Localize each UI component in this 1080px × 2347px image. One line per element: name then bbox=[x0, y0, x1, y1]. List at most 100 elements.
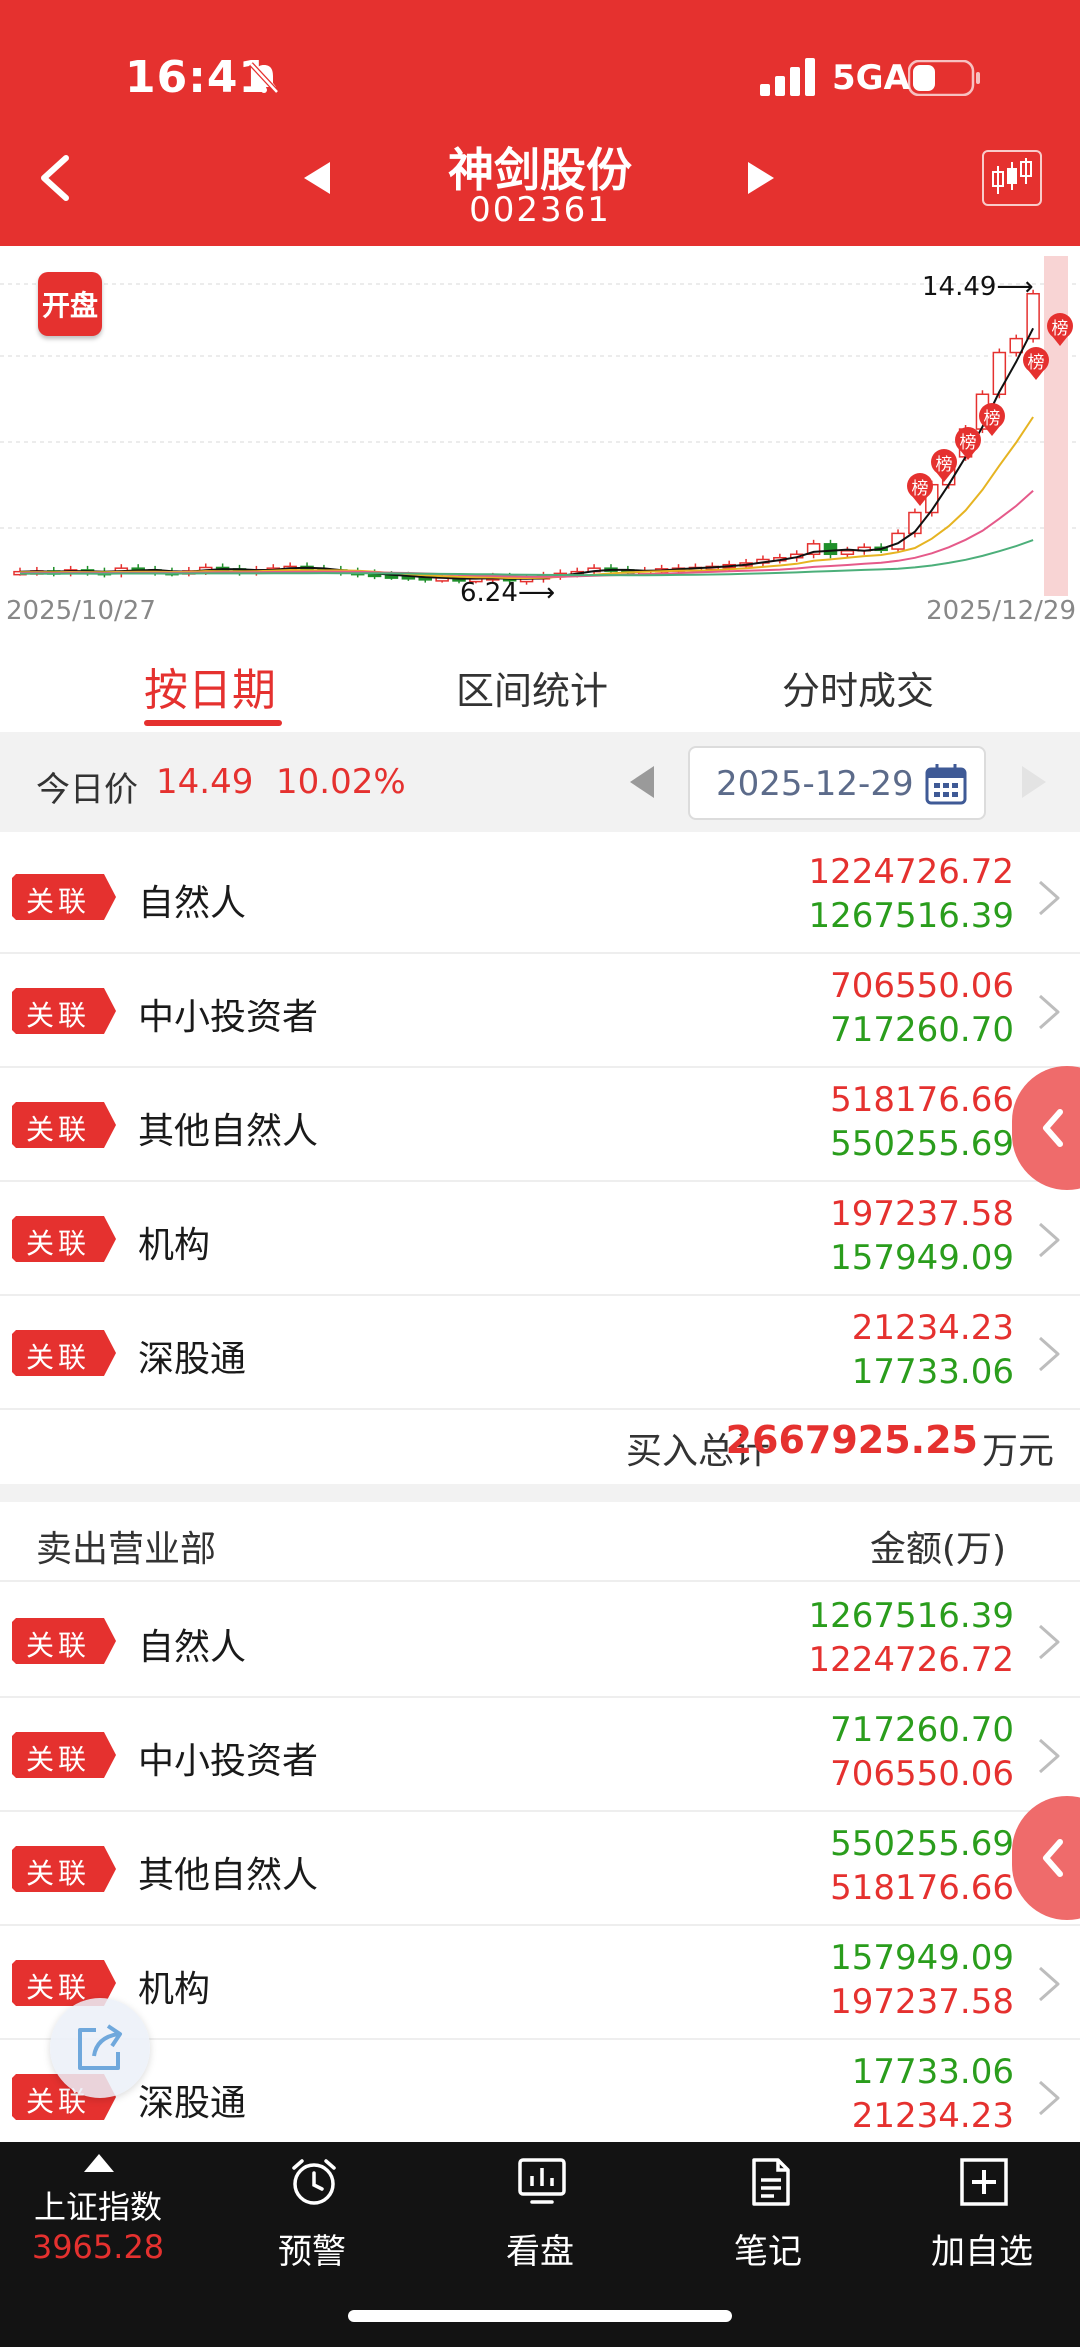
alarm-clock-icon bbox=[292, 2159, 336, 2205]
related-tag[interactable]: 关联 bbox=[12, 1846, 116, 1892]
svg-text:榜: 榜 bbox=[1052, 319, 1069, 339]
related-tag-label: 关联 bbox=[25, 999, 90, 1032]
calendar-icon bbox=[925, 764, 967, 805]
app-header: 16:41 5GA 神剑股份 002361 bbox=[0, 0, 1080, 246]
trader-name: 自然人 bbox=[138, 883, 247, 924]
kline-chart-button[interactable] bbox=[982, 150, 1042, 206]
monitor-chart-icon bbox=[518, 2158, 566, 2204]
sell-secondary-amount: 197237.58 bbox=[830, 1982, 1014, 2022]
sell-primary-amount: 17733.06 bbox=[851, 2052, 1014, 2092]
sell-row[interactable]: 关联 深股通 17733.06 21234.23 bbox=[0, 2040, 1080, 2154]
related-tag-label: 关联 bbox=[25, 1341, 90, 1374]
kline-chart[interactable]: 榜榜榜榜榜榜 开盘 14.49⟶ 6.24⟶ 2025/10/27 2025/1… bbox=[0, 246, 1080, 636]
previous-date-icon[interactable] bbox=[628, 764, 658, 800]
buy-primary-amount: 1224726.72 bbox=[808, 852, 1015, 892]
buy-row[interactable]: 关联 自然人 1224726.72 1267516.39 bbox=[0, 840, 1080, 954]
min-price-label: 6.24⟶ bbox=[460, 578, 556, 608]
svg-text:榜: 榜 bbox=[1028, 353, 1045, 373]
tab-intraday-trades[interactable]: 分时成交 bbox=[782, 660, 934, 715]
nav-watch-label: 看盘 bbox=[506, 2232, 574, 2272]
nav-add-favorite-label: 加自选 bbox=[931, 2232, 1033, 2272]
sell-row[interactable]: 关联 机构 157949.09 197237.58 bbox=[0, 1926, 1080, 2040]
svg-text:榜: 榜 bbox=[936, 455, 953, 475]
chevron-right-icon bbox=[1039, 2080, 1060, 2116]
related-tag[interactable]: 关联 bbox=[12, 1216, 116, 1262]
tab-bar: 按日期 区间统计 分时成交 bbox=[0, 636, 1080, 732]
date-picker[interactable]: 2025-12-29 bbox=[688, 746, 986, 820]
today-price: 14.49 bbox=[156, 762, 254, 802]
candle-body bbox=[823, 543, 838, 556]
svg-text:榜: 榜 bbox=[984, 409, 1001, 429]
svg-text:榜: 榜 bbox=[912, 479, 929, 499]
related-tag[interactable]: 关联 bbox=[12, 874, 116, 920]
candle-body bbox=[992, 351, 1007, 396]
buy-total-unit: 万元 bbox=[981, 1431, 1054, 1472]
sell-secondary-amount: 706550.06 bbox=[830, 1754, 1014, 1794]
related-tag[interactable]: 关联 bbox=[12, 988, 116, 1034]
buy-secondary-amount: 717260.70 bbox=[830, 1010, 1014, 1050]
next-stock-icon[interactable] bbox=[742, 160, 778, 196]
sell-section-title: 卖出营业部 bbox=[36, 1529, 217, 1570]
share-button[interactable] bbox=[50, 1998, 150, 2098]
trader-name: 深股通 bbox=[138, 2083, 247, 2124]
trader-name: 深股通 bbox=[138, 1339, 247, 1380]
related-tag[interactable]: 关联 bbox=[12, 1102, 116, 1148]
buy-row[interactable]: 关联 机构 197237.58 157949.09 bbox=[0, 1182, 1080, 1296]
trader-name: 中小投资者 bbox=[138, 1741, 319, 1782]
chevron-right-icon bbox=[1039, 994, 1060, 1030]
section-divider bbox=[0, 1484, 1080, 1502]
buy-secondary-amount: 1267516.39 bbox=[808, 896, 1015, 936]
chevron-right-icon bbox=[1039, 1738, 1060, 1774]
chevron-right-icon bbox=[1039, 880, 1060, 916]
buy-total-value: 2667925.25 bbox=[725, 1418, 978, 1462]
next-date-icon[interactable] bbox=[1018, 764, 1048, 800]
related-tag[interactable]: 关联 bbox=[12, 1618, 116, 1664]
sell-row[interactable]: 关联 自然人 1267516.39 1224726.72 bbox=[0, 1584, 1080, 1698]
nav-add-favorite[interactable]: 加自选 bbox=[874, 2142, 1080, 2282]
related-tag[interactable]: 关联 bbox=[12, 1732, 116, 1778]
related-tag-label: 关联 bbox=[25, 1857, 90, 1890]
related-tag-label: 关联 bbox=[25, 1227, 90, 1260]
buy-row[interactable]: 关联 其他自然人 518176.66 550255.69 bbox=[0, 1068, 1080, 1182]
chevron-right-icon bbox=[1039, 1966, 1060, 2002]
amount-column-header: 金额(万) bbox=[869, 1529, 1006, 1570]
signal-icon bbox=[760, 58, 815, 96]
nav-alert-label: 预警 bbox=[278, 2232, 346, 2272]
buy-secondary-amount: 550255.69 bbox=[830, 1124, 1014, 1164]
nav-watch[interactable]: 看盘 bbox=[432, 2142, 648, 2282]
tab-by-date[interactable]: 按日期 bbox=[144, 654, 276, 718]
trader-name: 中小投资者 bbox=[138, 997, 319, 1038]
sell-secondary-amount: 1224726.72 bbox=[808, 1640, 1015, 1680]
open-market-badge[interactable]: 开盘 bbox=[38, 272, 102, 336]
mute-bell-icon bbox=[249, 62, 279, 94]
bottom-nav: 上证指数 3965.28 预警 看盘 笔记 加自选 bbox=[0, 2142, 1080, 2347]
selected-day-band bbox=[1044, 256, 1068, 596]
battery-icon bbox=[908, 60, 980, 96]
share-icon bbox=[78, 2024, 122, 2070]
chevron-left-icon bbox=[1043, 1109, 1063, 1147]
trader-name: 机构 bbox=[138, 1225, 211, 1266]
today-change-percent: 10.02% bbox=[276, 762, 406, 802]
nav-notes[interactable]: 笔记 bbox=[660, 2142, 876, 2282]
buy-row[interactable]: 关联 中小投资者 706550.06 717260.70 bbox=[0, 954, 1080, 1068]
buy-primary-amount: 518176.66 bbox=[830, 1080, 1014, 1120]
related-tag[interactable]: 关联 bbox=[12, 1330, 116, 1376]
nav-index[interactable]: 上证指数 3965.28 bbox=[0, 2142, 196, 2282]
sell-primary-amount: 550255.69 bbox=[830, 1824, 1014, 1864]
date-bar: 今日价 14.49 10.02% 2025-12-29 bbox=[0, 732, 1080, 832]
sell-row[interactable]: 关联 其他自然人 550255.69 518176.66 bbox=[0, 1812, 1080, 1926]
related-tag-label: 关联 bbox=[25, 1629, 90, 1662]
buy-total-row: 买入总计 2667925.25 万元 bbox=[0, 1410, 1080, 1484]
buy-primary-amount: 197237.58 bbox=[830, 1194, 1014, 1234]
sell-primary-amount: 1267516.39 bbox=[808, 1596, 1015, 1636]
tab-range-stats[interactable]: 区间统计 bbox=[456, 660, 608, 715]
index-value: 3965.28 bbox=[31, 2228, 165, 2266]
candle-body bbox=[1009, 337, 1023, 354]
home-indicator[interactable] bbox=[348, 2310, 732, 2322]
nav-alert[interactable]: 预警 bbox=[204, 2142, 420, 2282]
related-tag-label: 关联 bbox=[25, 1743, 90, 1776]
max-price-label: 14.49⟶ bbox=[922, 272, 1034, 302]
triangle-up-icon bbox=[84, 2154, 114, 2172]
sell-row[interactable]: 关联 中小投资者 717260.70 706550.06 bbox=[0, 1698, 1080, 1812]
buy-row[interactable]: 关联 深股通 21234.23 17733.06 bbox=[0, 1296, 1080, 1410]
